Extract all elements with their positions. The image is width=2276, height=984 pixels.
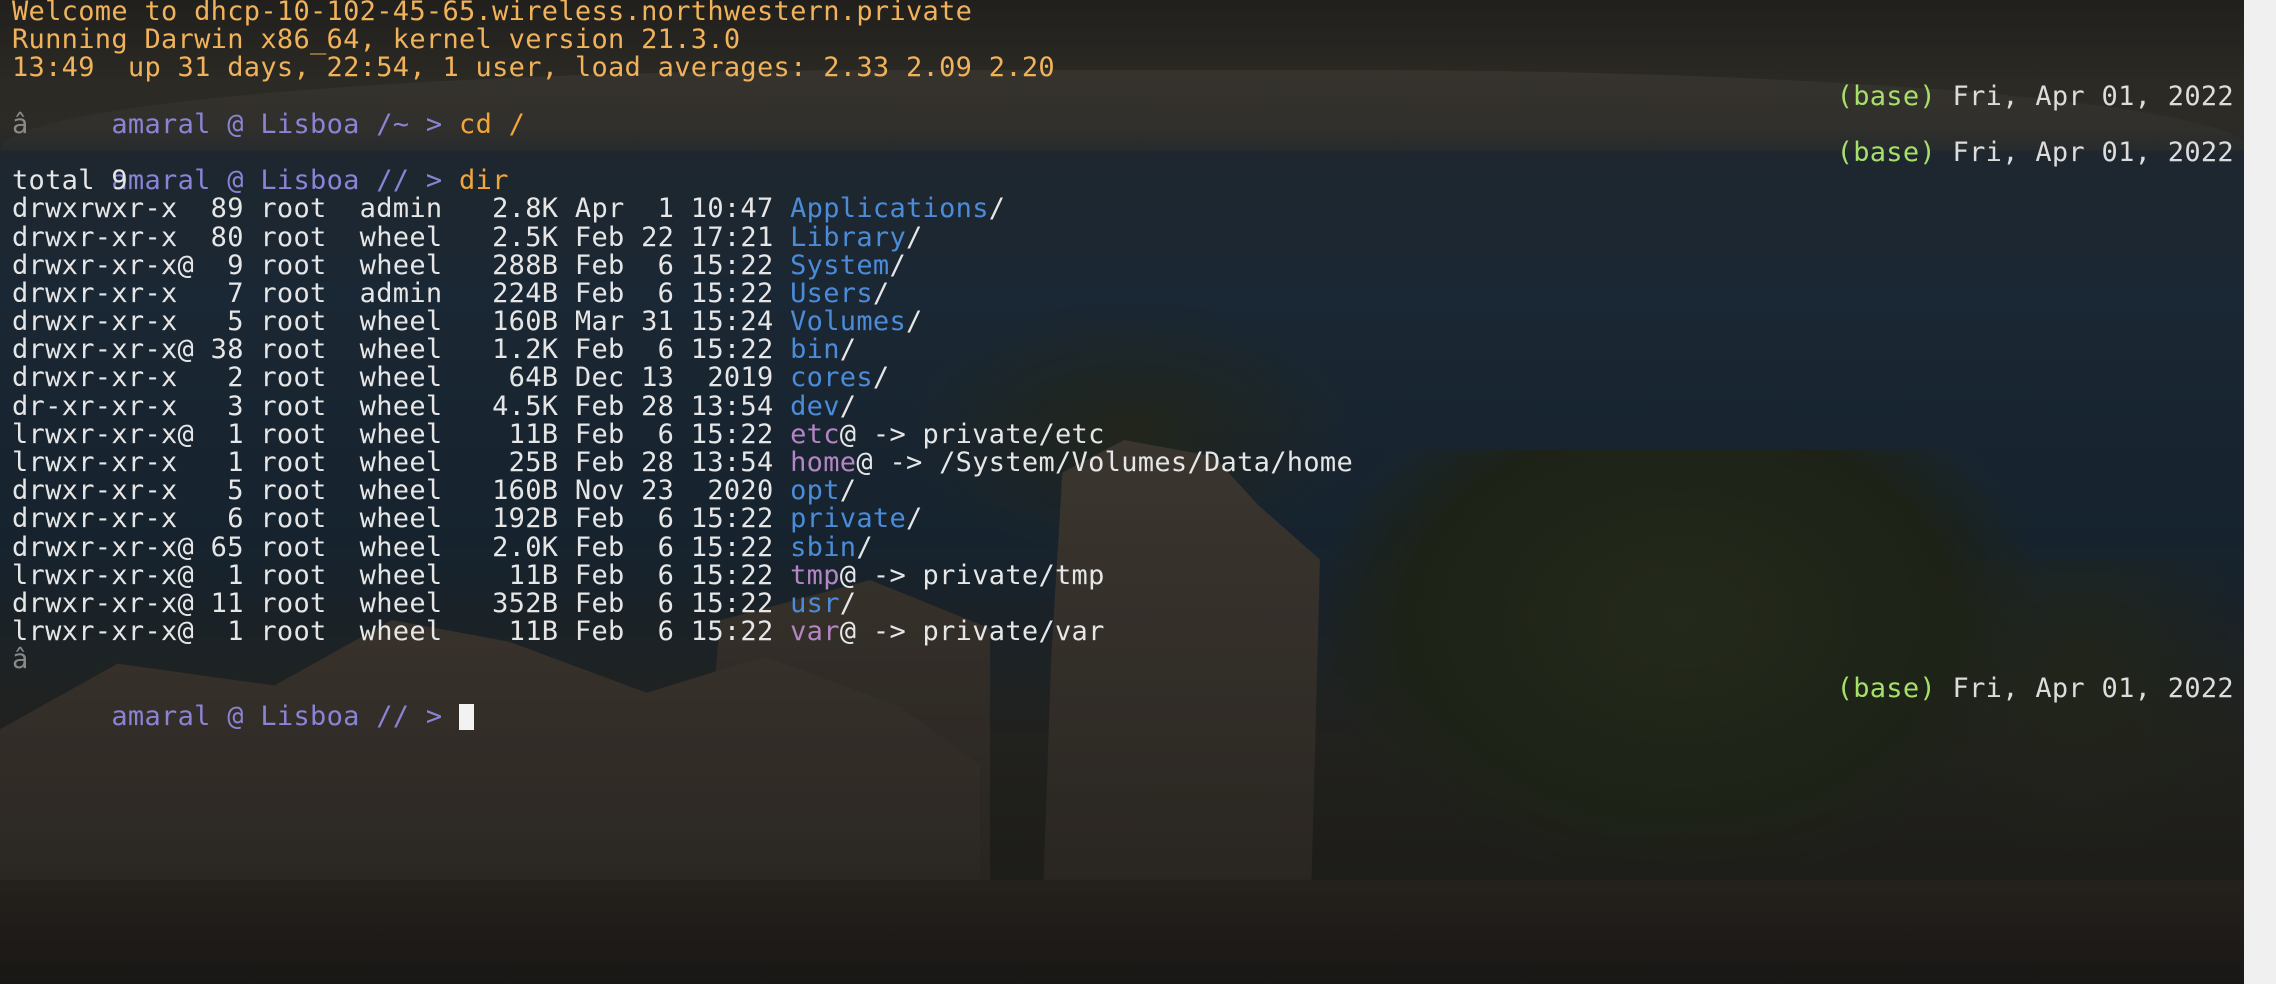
listing-row: lrwxr-xr-x@ 1 root wheel 11B Feb 6 15:22… xyxy=(12,559,2242,591)
file-name: home xyxy=(790,447,857,478)
listing-row: drwxr-xr-x 5 root wheel 160B Nov 23 2020… xyxy=(12,477,2242,505)
listing-row: drwxr-xr-x 5 root wheel 160B Mar 31 15:2… xyxy=(12,306,2242,338)
conda-env: (base) xyxy=(1836,80,1936,112)
file-name: Applications xyxy=(790,193,989,225)
file-suffix: / xyxy=(839,390,857,422)
file-name: sbin xyxy=(790,531,857,563)
conda-env: (base) xyxy=(1836,672,1936,704)
prompt-date: Fri, Apr 01, 2022 xyxy=(1952,80,2234,112)
file-name: private xyxy=(790,503,906,535)
file-name: Volumes xyxy=(790,306,906,338)
file-suffix: / xyxy=(988,193,1006,225)
file-meta: drwxr-xr-x 7 root admin 224B Feb 6 15:22 xyxy=(12,277,791,309)
file-meta: drwxrwxr-x 89 root admin 2.8K Apr 1 10:4… xyxy=(12,193,791,225)
file-meta: drwxr-xr-x@ 11 root wheel 352B Feb 6 15:… xyxy=(12,587,791,619)
file-meta: drwxr-xr-x 6 root wheel 192B Feb 6 15:22 xyxy=(12,503,791,535)
file-meta: drwxr-xr-x 5 root wheel 160B Nov 23 2020 xyxy=(12,475,791,507)
listing-row: lrwxr-xr-x@ 1 root wheel 11B Feb 6 15:22… xyxy=(12,618,2242,646)
prompt-line: amaral @ Lisboa /~ > cd / (base) Fri, Ap… xyxy=(12,80,2242,138)
file-name: cores xyxy=(790,362,873,394)
text-cursor xyxy=(459,703,475,730)
file-suffix: @ -> /System/Volumes/Data/home xyxy=(856,447,1354,478)
file-suffix: / xyxy=(839,587,857,619)
file-suffix: / xyxy=(906,221,923,253)
listing-row: drwxr-xr-x 2 root wheel 64B Dec 13 2019 … xyxy=(12,364,2242,392)
prompt-line-active[interactable]: amaral @ Lisboa // > (base) Fri, Apr 01,… xyxy=(12,672,2242,730)
listing-row: drwxr-xr-x@ 65 root wheel 2.0K Feb 6 15:… xyxy=(12,531,2242,563)
listing-row: drwxr-xr-x 80 root wheel 2.5K Feb 22 17:… xyxy=(12,221,2242,253)
file-name: Library xyxy=(790,221,906,253)
prompt-right: (base) Fri, Apr 01, 2022 xyxy=(1836,80,2234,112)
file-meta: drwxr-xr-x@ 65 root wheel 2.0K Feb 6 15:… xyxy=(12,531,791,563)
file-suffix: / xyxy=(889,249,907,281)
file-name: dev xyxy=(790,390,840,422)
file-suffix: / xyxy=(839,475,857,507)
motd-line: Running Darwin x86_64, kernel version 21… xyxy=(12,24,741,56)
stray-char: â xyxy=(12,644,29,676)
file-meta: lrwxr-xr-x@ 1 root wheel 11B Feb 6 15:22 xyxy=(12,616,791,648)
file-meta: drwxr-xr-x@ 9 root wheel 288B Feb 6 15:2… xyxy=(12,249,791,281)
listing-row: drwxr-xr-x@ 9 root wheel 288B Feb 6 15:2… xyxy=(12,249,2242,281)
file-name: opt xyxy=(790,475,840,507)
file-name: System xyxy=(790,249,890,281)
file-meta: drwxr-xr-x 5 root wheel 160B Mar 31 15:2… xyxy=(12,306,791,338)
file-meta: lrwxr-xr-x 1 root wheel 25B Feb 28 13:54 xyxy=(12,447,791,478)
prompt-right: (base) Fri, Apr 01, 2022 xyxy=(1836,136,2234,168)
listing-total: total 9 xyxy=(12,165,128,197)
prompt-line: amaral @ Lisboa // > dir (base) Fri, Apr… xyxy=(12,136,2242,194)
prompt-date: Fri, Apr 01, 2022 xyxy=(1952,672,2234,704)
file-meta: lrwxr-xr-x@ 1 root wheel 11B Feb 6 15:22 xyxy=(12,559,791,591)
file-suffix: / xyxy=(839,334,857,366)
file-suffix: / xyxy=(906,306,923,338)
file-suffix: / xyxy=(906,503,923,535)
file-name: Users xyxy=(790,277,873,309)
motd-line: Welcome to dhcp-10-102-45-65.wireless.no… xyxy=(12,0,973,27)
scrollbar[interactable] xyxy=(2244,0,2276,984)
file-suffix: / xyxy=(872,277,890,309)
listing-row: drwxr-xr-x@ 38 root wheel 1.2K Feb 6 15:… xyxy=(12,336,2242,364)
listing-row: drwxr-xr-x@ 11 root wheel 352B Feb 6 15:… xyxy=(12,587,2242,619)
terminal-window[interactable]: Welcome to dhcp-10-102-45-65.wireless.no… xyxy=(0,0,2276,984)
file-meta: drwxr-xr-x@ 38 root wheel 1.2K Feb 6 15:… xyxy=(12,334,791,366)
file-suffix: / xyxy=(856,531,873,563)
file-suffix: @ -> private/etc xyxy=(839,418,1105,450)
file-suffix: @ -> private/tmp xyxy=(839,559,1105,591)
terminal-output[interactable]: Welcome to dhcp-10-102-45-65.wireless.no… xyxy=(12,0,2242,730)
file-name: var xyxy=(790,616,840,648)
conda-env: (base) xyxy=(1836,136,1936,168)
listing-row: drwxr-xr-x 6 root wheel 192B Feb 6 15:22… xyxy=(12,505,2242,533)
prompt-date: Fri, Apr 01, 2022 xyxy=(1952,136,2234,168)
stray-char: â xyxy=(12,108,29,140)
listing-row: lrwxr-xr-x@ 1 root wheel 11B Feb 6 15:22… xyxy=(12,418,2242,450)
listing-row: lrwxr-xr-x 1 root wheel 25B Feb 28 13:54… xyxy=(12,447,2242,478)
listing-row: drwxrwxr-x 89 root admin 2.8K Apr 1 10:4… xyxy=(12,195,2242,223)
file-name: usr xyxy=(790,587,840,619)
file-suffix: / xyxy=(872,362,890,394)
listing-row: dr-xr-xr-x 3 root wheel 4.5K Feb 28 13:5… xyxy=(12,390,2242,422)
file-name: bin xyxy=(790,334,840,366)
listing-row: drwxr-xr-x 7 root admin 224B Feb 6 15:22… xyxy=(12,277,2242,309)
file-name: etc xyxy=(790,418,840,450)
file-meta: drwxr-xr-x 2 root wheel 64B Dec 13 2019 xyxy=(12,362,791,394)
file-meta: lrwxr-xr-x@ 1 root wheel 11B Feb 6 15:22 xyxy=(12,418,791,450)
file-suffix: @ -> private/var xyxy=(839,616,1105,648)
file-meta: drwxr-xr-x 80 root wheel 2.5K Feb 22 17:… xyxy=(12,221,791,253)
file-meta: dr-xr-xr-x 3 root wheel 4.5K Feb 28 13:5… xyxy=(12,390,791,422)
file-name: tmp xyxy=(790,559,840,591)
prompt: amaral @ Lisboa // > xyxy=(111,700,460,732)
prompt-right: (base) Fri, Apr 01, 2022 xyxy=(1836,672,2234,704)
motd-line: 13:49 up 31 days, 22:54, 1 user, load av… xyxy=(12,52,1055,84)
